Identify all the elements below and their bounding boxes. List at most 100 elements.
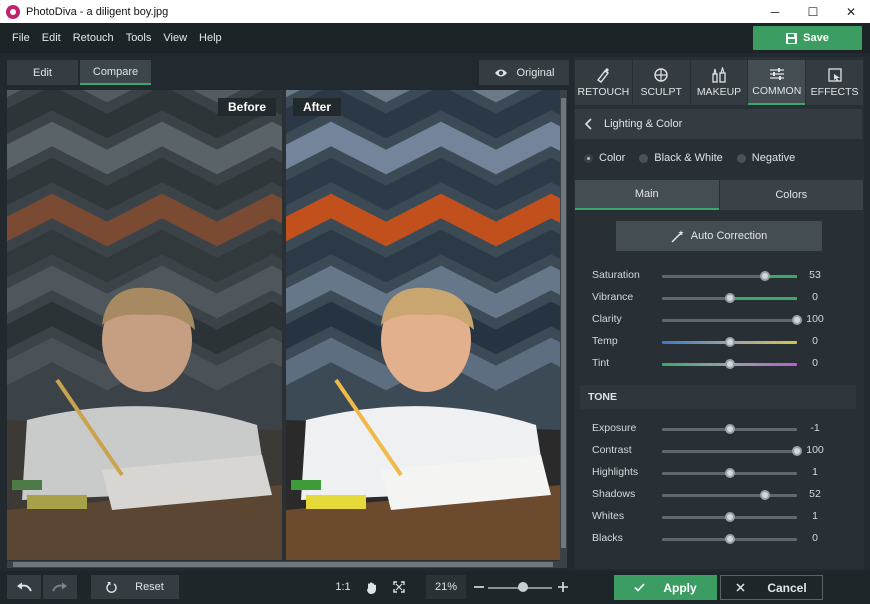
radio-color-label[interactable]: Color — [599, 152, 625, 164]
undo-button[interactable] — [7, 575, 41, 599]
horizontal-scrollbar[interactable] — [7, 561, 560, 568]
cross-icon — [736, 583, 745, 592]
slider-vibrance[interactable]: Vibrance 0 — [574, 287, 864, 309]
chevron-left-icon[interactable] — [584, 118, 592, 130]
apply-button[interactable]: Apply — [614, 575, 717, 600]
slider-temp[interactable]: Temp 0 — [574, 331, 864, 353]
section-header: Lighting & Color — [575, 109, 862, 139]
menu-help[interactable]: Help — [193, 32, 228, 44]
radio-black-white-label[interactable]: Black & White — [654, 152, 722, 164]
slider-highlights[interactable]: Highlights 1 — [574, 462, 864, 484]
save-button[interactable]: Save — [753, 26, 862, 50]
tool-makeup-label: MAKEUP — [696, 86, 742, 98]
zoom-level[interactable]: 21% — [426, 575, 466, 599]
auto-correction-button[interactable]: Auto Correction — [616, 221, 822, 251]
tool-effects-label: EFFECTS — [810, 86, 859, 98]
slider-label-temp: Temp — [592, 335, 618, 347]
tool-sculpt[interactable]: SCULPT — [632, 60, 690, 105]
slider-value-temp: 0 — [812, 335, 818, 347]
menu-tools[interactable]: Tools — [120, 32, 158, 44]
tab-colors[interactable]: Colors — [719, 180, 863, 210]
vertical-scrollbar[interactable] — [560, 90, 567, 568]
slider-value-contrast: 100 — [806, 444, 824, 456]
close-window-button[interactable]: ✕ — [832, 0, 870, 23]
menu-bar: File Edit Retouch Tools View Help Save — [0, 23, 870, 53]
fit-screen-icon — [393, 581, 405, 593]
slider-label-tint: Tint — [592, 357, 610, 369]
redo-button[interactable] — [43, 575, 77, 599]
slider-exposure[interactable]: Exposure -1 — [574, 418, 864, 440]
slider-knob-vibrance[interactable] — [724, 293, 735, 303]
menu-edit[interactable]: Edit — [36, 32, 67, 44]
slider-label-blacks: Blacks — [592, 532, 623, 544]
eye-icon — [494, 69, 507, 76]
slider-track-contrast[interactable] — [662, 450, 797, 453]
slider-label-clarity: Clarity — [592, 313, 622, 325]
slider-fill-vibrance — [729, 297, 797, 300]
photo-canvas[interactable]: Before After — [7, 90, 567, 568]
slider-label-saturation: Saturation — [592, 269, 640, 281]
checkmark-icon — [634, 583, 645, 592]
reset-button[interactable]: Reset — [91, 575, 179, 599]
adjustments-panel: RETOUCH SCULPT MAKEUP COMMON EFFECTS Lig… — [574, 57, 864, 569]
section-title: Lighting & Color — [604, 118, 683, 130]
zoom-slider-thumb[interactable] — [518, 582, 529, 592]
menu-retouch[interactable]: Retouch — [67, 32, 120, 44]
slider-knob-blacks[interactable] — [724, 534, 735, 544]
vertical-scroll-thumb[interactable] — [561, 98, 566, 548]
slider-knob-shadows[interactable] — [759, 490, 770, 500]
slider-value-blacks: 0 — [812, 532, 818, 544]
slider-knob-saturation[interactable] — [759, 271, 770, 281]
tab-main[interactable]: Main — [575, 180, 719, 210]
slider-blacks[interactable]: Blacks 0 — [574, 528, 864, 550]
tab-compare[interactable]: Compare — [80, 60, 151, 85]
zoom-in-button[interactable] — [556, 575, 570, 599]
horizontal-scroll-thumb[interactable] — [13, 562, 553, 567]
slider-value-shadows: 52 — [809, 488, 821, 500]
tool-tabs: RETOUCH SCULPT MAKEUP COMMON EFFECTS — [575, 60, 863, 105]
menu-file[interactable]: File — [6, 32, 36, 44]
tool-effects[interactable]: EFFECTS — [806, 60, 863, 105]
bottom-toolbar: Reset 1:1 21% Apply Cancel — [0, 571, 870, 604]
slider-track-shadows[interactable] — [662, 494, 797, 497]
menu-view[interactable]: View — [157, 32, 193, 44]
slider-contrast[interactable]: Contrast 100 — [574, 440, 864, 462]
slider-track-clarity[interactable] — [662, 319, 797, 322]
zoom-out-button[interactable] — [472, 575, 486, 599]
hand-tool-button[interactable] — [360, 575, 382, 599]
fit-to-screen-button[interactable] — [388, 575, 410, 599]
slider-knob-whites[interactable] — [724, 512, 735, 522]
radio-color[interactable] — [584, 153, 593, 163]
original-button[interactable]: Original — [479, 60, 569, 85]
radio-black-white[interactable] — [639, 153, 649, 163]
slider-value-saturation: 53 — [809, 269, 821, 281]
minimize-button[interactable]: ─ — [756, 0, 794, 23]
slider-saturation[interactable]: Saturation 53 — [574, 265, 864, 287]
radio-negative[interactable] — [736, 153, 746, 163]
slider-knob-temp[interactable] — [724, 337, 735, 347]
makeup-icon — [712, 67, 726, 83]
mode-bar: Edit Compare Original — [0, 57, 570, 89]
cancel-button[interactable]: Cancel — [720, 575, 823, 600]
retouch-brush-icon — [597, 68, 610, 83]
plus-icon — [558, 582, 568, 592]
slider-clarity[interactable]: Clarity 100 — [574, 309, 864, 331]
slider-knob-exposure[interactable] — [724, 424, 735, 434]
tone-header: TONE — [580, 385, 856, 409]
tool-retouch[interactable]: RETOUCH — [575, 60, 632, 105]
slider-whites[interactable]: Whites 1 — [574, 506, 864, 528]
slider-tint[interactable]: Tint 0 — [574, 353, 864, 375]
maximize-button[interactable]: ☐ — [794, 0, 832, 23]
slider-shadows[interactable]: Shadows 52 — [574, 484, 864, 506]
slider-label-whites: Whites — [592, 510, 625, 522]
radio-negative-label[interactable]: Negative — [752, 152, 795, 164]
tool-sculpt-label: SCULPT — [640, 86, 682, 98]
actual-size-button[interactable]: 1:1 — [332, 575, 354, 599]
slider-label-contrast: Contrast — [592, 444, 632, 456]
tool-common[interactable]: COMMON — [748, 60, 806, 105]
tab-edit[interactable]: Edit — [7, 60, 78, 85]
tool-makeup[interactable]: MAKEUP — [690, 60, 748, 105]
apply-label: Apply — [663, 580, 697, 595]
slider-knob-tint[interactable] — [724, 359, 735, 369]
slider-knob-highlights[interactable] — [724, 468, 735, 478]
